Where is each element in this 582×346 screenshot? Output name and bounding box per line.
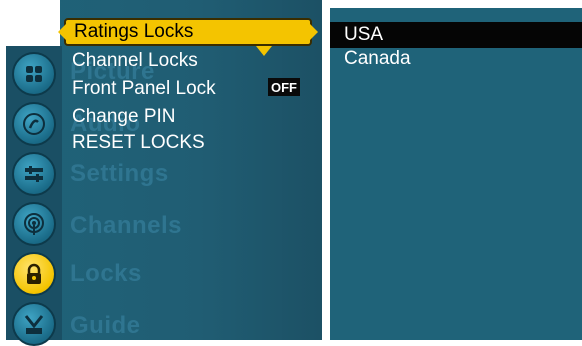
submenu-panel: USA Canada xyxy=(330,8,582,340)
channels-icon[interactable] xyxy=(12,202,56,246)
down-arrow-icon xyxy=(256,46,272,56)
settings-icon[interactable] xyxy=(12,152,56,196)
panel-divider xyxy=(322,0,330,340)
menu-item-reset-locks[interactable]: RESET LOCKS xyxy=(72,132,205,154)
menu-item-change-pin[interactable]: Change PIN xyxy=(72,106,176,128)
guide-icon[interactable] xyxy=(12,302,56,346)
bg-label-settings: Settings xyxy=(70,160,169,187)
left-arrow-icon xyxy=(58,24,66,40)
corner-notch xyxy=(0,0,60,46)
bg-label-guide: Guide xyxy=(70,312,141,339)
bg-label-channels: Channels xyxy=(70,212,183,239)
option-usa[interactable]: USA xyxy=(344,24,383,46)
right-arrow-icon xyxy=(310,24,318,40)
panel-top-edge xyxy=(330,0,582,8)
menu-item-channel-locks[interactable]: Channel Locks xyxy=(72,50,198,72)
lock-icon[interactable] xyxy=(12,252,56,296)
picture-icon[interactable] xyxy=(12,52,56,96)
ratings-locks-label: Ratings Locks xyxy=(74,21,194,42)
front-panel-lock-status: OFF xyxy=(268,78,300,96)
menu-item-front-panel-lock[interactable]: Front Panel Lock xyxy=(72,78,216,100)
selected-menu-item[interactable]: Ratings Locks xyxy=(58,18,318,46)
bg-label-locks: Locks xyxy=(70,260,142,287)
audio-icon[interactable] xyxy=(12,102,56,146)
option-canada[interactable]: Canada xyxy=(344,48,411,70)
sidebar xyxy=(6,46,62,346)
